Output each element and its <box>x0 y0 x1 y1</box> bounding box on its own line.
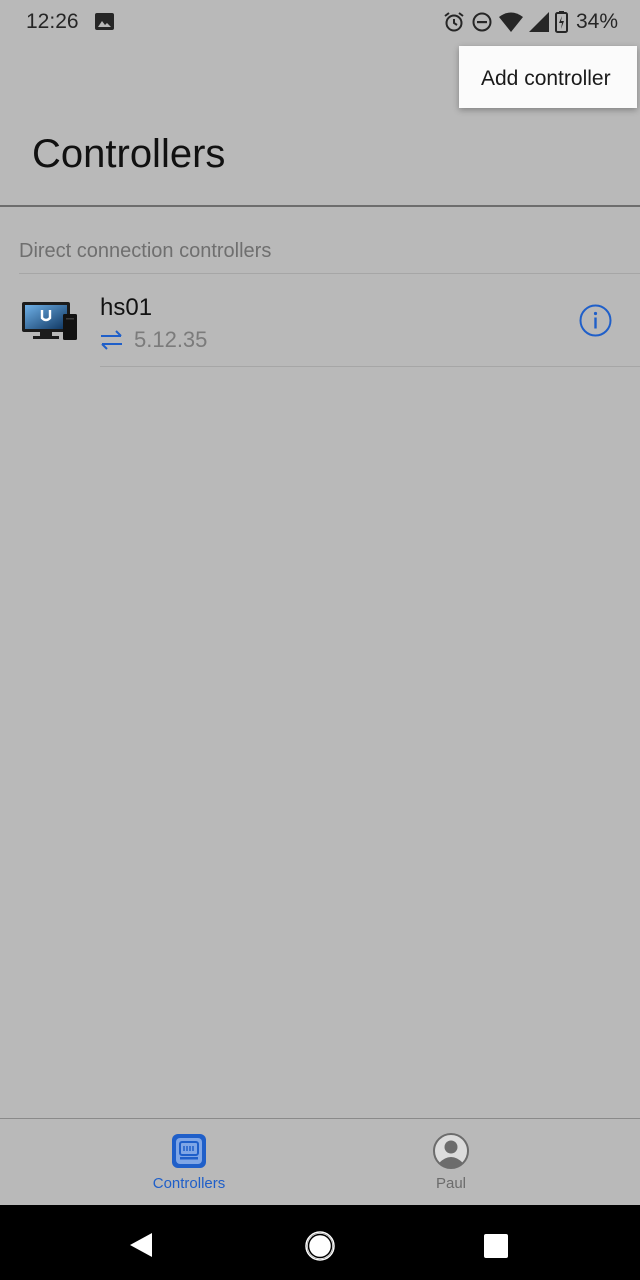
tab-profile[interactable]: Paul <box>351 1119 551 1205</box>
sync-arrows-icon <box>101 330 122 350</box>
wifi-icon <box>498 12 523 32</box>
back-icon[interactable] <box>129 1232 153 1258</box>
row-divider <box>100 366 640 367</box>
page-title: Controllers <box>32 132 226 176</box>
cloud-key-device-icon <box>22 302 77 340</box>
status-bar: 12:26 34% <box>0 0 640 46</box>
status-icons: 34% <box>443 10 618 34</box>
do-not-disturb-icon <box>472 12 492 32</box>
system-nav-bar <box>0 1205 640 1280</box>
cellular-signal-icon <box>528 12 549 32</box>
battery-charging-icon <box>554 11 568 33</box>
section-header-direct-connection: Direct connection controllers <box>19 240 272 262</box>
home-icon[interactable] <box>305 1231 335 1261</box>
controller-version: 5.12.35 <box>134 327 208 352</box>
controllers-icon <box>172 1134 206 1168</box>
battery-percent: 34% <box>575 10 618 33</box>
info-icon[interactable] <box>579 304 612 337</box>
bottom-nav: Controllers Paul <box>0 1118 640 1205</box>
controller-row-hs01[interactable]: hs01 5.12.35 <box>0 274 640 367</box>
recents-icon[interactable] <box>484 1234 508 1258</box>
tab-controllers-label: Controllers <box>152 1175 226 1192</box>
status-time: 12:26 <box>26 10 79 33</box>
tab-profile-label: Paul <box>435 1175 467 1192</box>
tab-controllers[interactable]: Controllers <box>89 1119 289 1205</box>
alarm-icon <box>444 12 464 32</box>
controller-name: hs01 <box>100 294 153 321</box>
overflow-menu: Add controller <box>459 46 637 108</box>
menu-item-add-controller[interactable]: Add controller <box>481 67 611 91</box>
avatar-icon <box>433 1133 469 1169</box>
image-icon <box>95 13 114 30</box>
title-divider <box>0 205 640 207</box>
